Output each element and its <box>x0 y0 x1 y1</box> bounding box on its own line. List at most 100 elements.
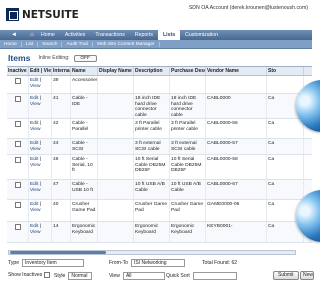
quick-sort-select[interactable] <box>192 272 237 280</box>
new-button[interactable]: New <box>300 271 314 280</box>
view-link[interactable]: View <box>30 163 41 168</box>
tab-home[interactable]: Home <box>36 32 60 38</box>
inline-editing-label: Inline Editing: <box>38 55 70 61</box>
view-link[interactable]: View <box>30 230 41 235</box>
item-name[interactable]: Accessories <box>71 76 98 93</box>
back-arrow-icon[interactable]: ◄ <box>10 31 18 39</box>
account-label[interactable]: SDN OA Account (derek.krounen@lustenoush… <box>189 5 308 11</box>
description: 3 ft Parallel printer cable <box>134 119 170 138</box>
description: Ergonomic Keyboard <box>134 222 170 242</box>
style-select[interactable]: Normal <box>68 272 93 280</box>
purchase-description: Crusher Game Pad <box>170 200 206 221</box>
tab-activities[interactable]: Activities <box>60 32 90 38</box>
inactive-checkbox[interactable] <box>14 141 21 147</box>
show-inactives-checkbox[interactable] <box>44 272 51 278</box>
col-internal-id[interactable]: Internal ID <box>52 67 71 75</box>
edit-view-separator: | <box>39 182 42 187</box>
col-name[interactable]: Name <box>71 67 98 75</box>
col-vendor-name[interactable]: Vendor Name <box>206 67 267 75</box>
inactive-checkbox[interactable] <box>14 96 21 102</box>
edit-link[interactable]: Edit <box>30 202 38 207</box>
internal-id: 46 <box>52 155 71 179</box>
internal-id: 14 <box>52 222 71 242</box>
quick-sort-filter: Quick Sort <box>166 272 237 280</box>
purchase-description <box>170 76 206 93</box>
inactive-checkbox[interactable] <box>14 202 21 208</box>
description: 10 ft USB A/B Cable <box>134 180 170 199</box>
view-link[interactable]: View <box>30 102 41 107</box>
inactive-checkbox[interactable] <box>14 121 21 127</box>
inactive-checkbox[interactable] <box>14 157 21 163</box>
edit-view-separator: | <box>39 96 42 101</box>
netsuite-logo[interactable]: NETSUITE <box>6 8 79 21</box>
col-purchase-description[interactable]: Purchase Description <box>170 67 206 75</box>
display-name <box>98 76 134 93</box>
view-select[interactable]: All <box>122 272 165 280</box>
item-name[interactable]: Cable - USB 10 ft <box>71 180 98 199</box>
scrollbar-thumb[interactable] <box>10 251 106 254</box>
horizontal-scrollbar[interactable] <box>8 250 296 255</box>
vendor-name: CABL0000-57 <box>206 139 267 154</box>
edit-link[interactable]: Edit <box>30 96 38 101</box>
edit-link[interactable]: Edit <box>30 224 38 229</box>
submit-button[interactable]: Submit <box>273 271 299 280</box>
item-name[interactable]: Cable - SCSI <box>71 139 98 154</box>
view-link[interactable]: View <box>30 147 41 152</box>
edit-link[interactable]: Edit <box>30 121 38 126</box>
view-link[interactable]: View <box>30 208 41 213</box>
item-name[interactable]: Crusher Game Pad <box>71 200 98 221</box>
purchase-description: 3 ft external SCSI cable <box>170 139 206 154</box>
inline-editing-toggle[interactable]: OFF <box>73 54 97 62</box>
subnav-audit-trail[interactable]: Audit Trail <box>62 41 93 47</box>
filter-bar: Type Inventory Item From-To ISI Networki… <box>8 259 314 295</box>
edit-link[interactable]: Edit <box>30 182 38 187</box>
purchase-description: 10 ft USB A/B Cable <box>170 180 206 199</box>
edit-view-separator: | <box>39 157 42 162</box>
col-display-name[interactable]: Display Name <box>98 67 134 75</box>
main-navbar: ◄ ⌂ Home Activities Transactions Reports… <box>0 30 312 40</box>
vendor-name: CABL0000-67 <box>206 180 267 199</box>
items-table: Inactive Edit | View Internal ID Name Di… <box>7 66 312 247</box>
subnav-web-site-content-manager[interactable]: Web Site Content Manager <box>93 41 160 47</box>
col-sto[interactable]: Sto <box>267 67 304 75</box>
inactive-checkbox[interactable] <box>14 78 21 84</box>
top-header: NETSUITE SDN OA Account (derek.krounen@l… <box>0 0 312 31</box>
item-name[interactable]: Ergonomic Keyboard <box>71 222 98 242</box>
view-link[interactable]: View <box>30 127 41 132</box>
internal-id: 47 <box>52 180 71 199</box>
tab-reports[interactable]: Reports <box>130 32 158 38</box>
inactive-checkbox[interactable] <box>14 224 21 230</box>
vendor-name: GAME0000-06 <box>206 200 267 221</box>
item-name[interactable]: Cable - Serial, 10 ft <box>71 155 98 179</box>
quick-sort-label: Quick Sort <box>166 273 190 279</box>
subnav-home[interactable]: Home <box>0 41 22 47</box>
internal-id: 39 <box>52 76 71 93</box>
view-link[interactable]: View <box>30 188 41 193</box>
page-header: Items Inline Editing: OFF <box>8 53 97 63</box>
table-row: Edit | View 44 Cable - SCSI 3 ft externa… <box>7 139 312 155</box>
home-icon[interactable]: ⌂ <box>28 31 36 39</box>
subnav-search[interactable]: Search <box>38 41 63 47</box>
internal-id: 40 <box>52 200 71 221</box>
tab-transactions[interactable]: Transactions <box>90 32 130 38</box>
col-description[interactable]: Description <box>134 67 170 75</box>
display-name <box>98 94 134 118</box>
col-edit-view: Edit | View <box>30 67 52 75</box>
edit-link[interactable]: Edit <box>30 78 38 83</box>
view-filter: View All <box>109 272 165 280</box>
type-select[interactable]: Inventory Item <box>22 259 85 267</box>
tab-customization[interactable]: Customization <box>180 32 223 38</box>
inactive-checkbox[interactable] <box>14 182 21 188</box>
view-link[interactable]: View <box>30 84 41 89</box>
subnav-list[interactable]: List <box>22 41 39 47</box>
edit-link[interactable]: Edit <box>30 157 38 162</box>
edit-link[interactable]: Edit <box>30 141 38 146</box>
col-inactive[interactable]: Inactive <box>7 67 29 75</box>
sub-navbar: Home List Search Audit Trail Web Site Co… <box>0 40 312 49</box>
from-to-select[interactable]: ISI Networking <box>130 259 185 267</box>
description: 3 ft external SCSI cable <box>134 139 170 154</box>
sto: Ca <box>267 139 304 154</box>
tab-lists[interactable]: Lists <box>158 30 181 40</box>
item-name[interactable]: Cable - IDE <box>71 94 98 118</box>
item-name[interactable]: Cable - Parallel <box>71 119 98 138</box>
